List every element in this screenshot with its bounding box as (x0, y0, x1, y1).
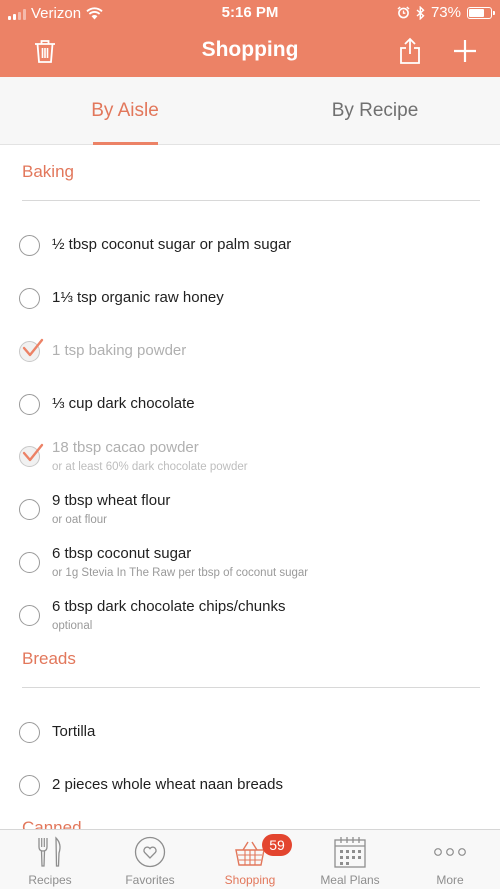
view-tabs: By Aisle By Recipe (0, 77, 500, 145)
list-item[interactable]: 18 tbsp cacao powder or at least 60% dark… (0, 429, 500, 482)
list-item[interactable]: 6 tbsp dark chocolate chips/chunks option… (0, 588, 500, 641)
item-name: 9 tbsp wheat flour (52, 492, 171, 509)
tab-bar: Recipes Favorites 59 Shopping Meal Plans… (0, 829, 500, 889)
battery-icon (467, 6, 495, 19)
tabbar-more[interactable]: More (400, 830, 500, 889)
item-name: 1 tsp baking powder (52, 342, 187, 359)
tabbar-meal-plans-label: Meal Plans (320, 873, 380, 887)
item-note: or oat flour (52, 514, 107, 526)
status-bar: Verizon 5:16 PM 73% (0, 0, 500, 26)
section-divider (22, 200, 480, 201)
section-header-breads: Breads (22, 649, 76, 668)
shopping-count-badge: 59 (262, 834, 292, 856)
item-note: optional (52, 620, 93, 632)
tab-by-aisle[interactable]: By Aisle (0, 77, 250, 145)
calendar-icon (330, 835, 370, 869)
checkbox[interactable] (19, 722, 40, 743)
app-header: Verizon 5:16 PM 73% Shopping (0, 0, 500, 77)
list-item[interactable]: ½ tbsp coconut sugar or palm sugar (0, 217, 500, 270)
checkmark-icon (22, 443, 44, 462)
checked-checkbox[interactable] (19, 443, 44, 467)
item-name: Tortilla (52, 723, 96, 740)
tab-selected-indicator (93, 142, 158, 145)
battery-fill (469, 8, 485, 17)
add-item-button[interactable] (448, 34, 482, 68)
list-item[interactable]: ⅓ cup dark chocolate (0, 376, 500, 429)
item-name: 6 tbsp coconut sugar (52, 545, 192, 562)
tabbar-recipes-label: Recipes (28, 873, 72, 887)
fork-knife-icon (30, 835, 70, 869)
tabbar-more-label: More (436, 873, 464, 887)
share-button[interactable] (393, 34, 427, 68)
tabbar-shopping[interactable]: 59 Shopping (200, 830, 300, 889)
checkbox[interactable] (19, 552, 40, 573)
checkbox[interactable] (19, 605, 40, 626)
checkbox[interactable] (19, 288, 40, 309)
checkbox[interactable] (19, 499, 40, 520)
list-item[interactable]: 2 pieces whole wheat naan breads (0, 757, 500, 810)
tab-by-recipe[interactable]: By Recipe (250, 77, 500, 145)
checkbox[interactable] (19, 235, 40, 256)
item-name: 6 tbsp dark chocolate chips/chunks (52, 598, 286, 615)
battery-percent: 73% (430, 4, 461, 21)
section-divider (22, 687, 480, 688)
section-header-canned: Canned (22, 818, 82, 829)
shopping-list[interactable]: Baking ½ tbsp coconut sugar or palm sugar… (0, 146, 500, 829)
plus-icon (454, 40, 476, 62)
tabbar-recipes[interactable]: Recipes (0, 830, 100, 889)
alarm-icon (397, 6, 410, 19)
item-name: ½ tbsp coconut sugar or palm sugar (52, 236, 292, 253)
heart-icon (130, 835, 170, 869)
tabbar-favorites-label: Favorites (125, 873, 175, 887)
list-item[interactable]: 1 tsp baking powder (0, 323, 500, 376)
item-name: 18 tbsp cacao powder (52, 439, 199, 456)
item-note: or at least 60% dark chocolate powder (52, 461, 248, 473)
checkmark-icon (22, 338, 44, 357)
item-name: ⅓ cup dark chocolate (52, 395, 195, 412)
nav-bar: Shopping (0, 26, 500, 77)
tabbar-meal-plans[interactable]: Meal Plans (300, 830, 400, 889)
more-icon (430, 835, 470, 869)
item-name: 2 pieces whole wheat naan breads (52, 776, 283, 793)
checkbox[interactable] (19, 394, 40, 415)
checked-checkbox[interactable] (19, 338, 44, 362)
tabbar-shopping-label: Shopping (224, 873, 276, 887)
list-item[interactable]: 6 tbsp coconut sugar or 1g Stevia In The … (0, 535, 500, 588)
list-item[interactable]: 9 tbsp wheat flour or oat flour (0, 482, 500, 535)
list-item[interactable]: Tortilla (0, 704, 500, 757)
bluetooth-icon (416, 5, 425, 20)
section-header-baking: Baking (22, 162, 74, 181)
checkbox[interactable] (19, 775, 40, 796)
share-icon (400, 37, 420, 64)
item-note: or 1g Stevia In The Raw per tbsp of coco… (52, 567, 309, 579)
list-item[interactable]: 1⅓ tsp organic raw honey (0, 270, 500, 323)
item-name: 1⅓ tsp organic raw honey (52, 289, 224, 306)
tabbar-favorites[interactable]: Favorites (100, 830, 200, 889)
